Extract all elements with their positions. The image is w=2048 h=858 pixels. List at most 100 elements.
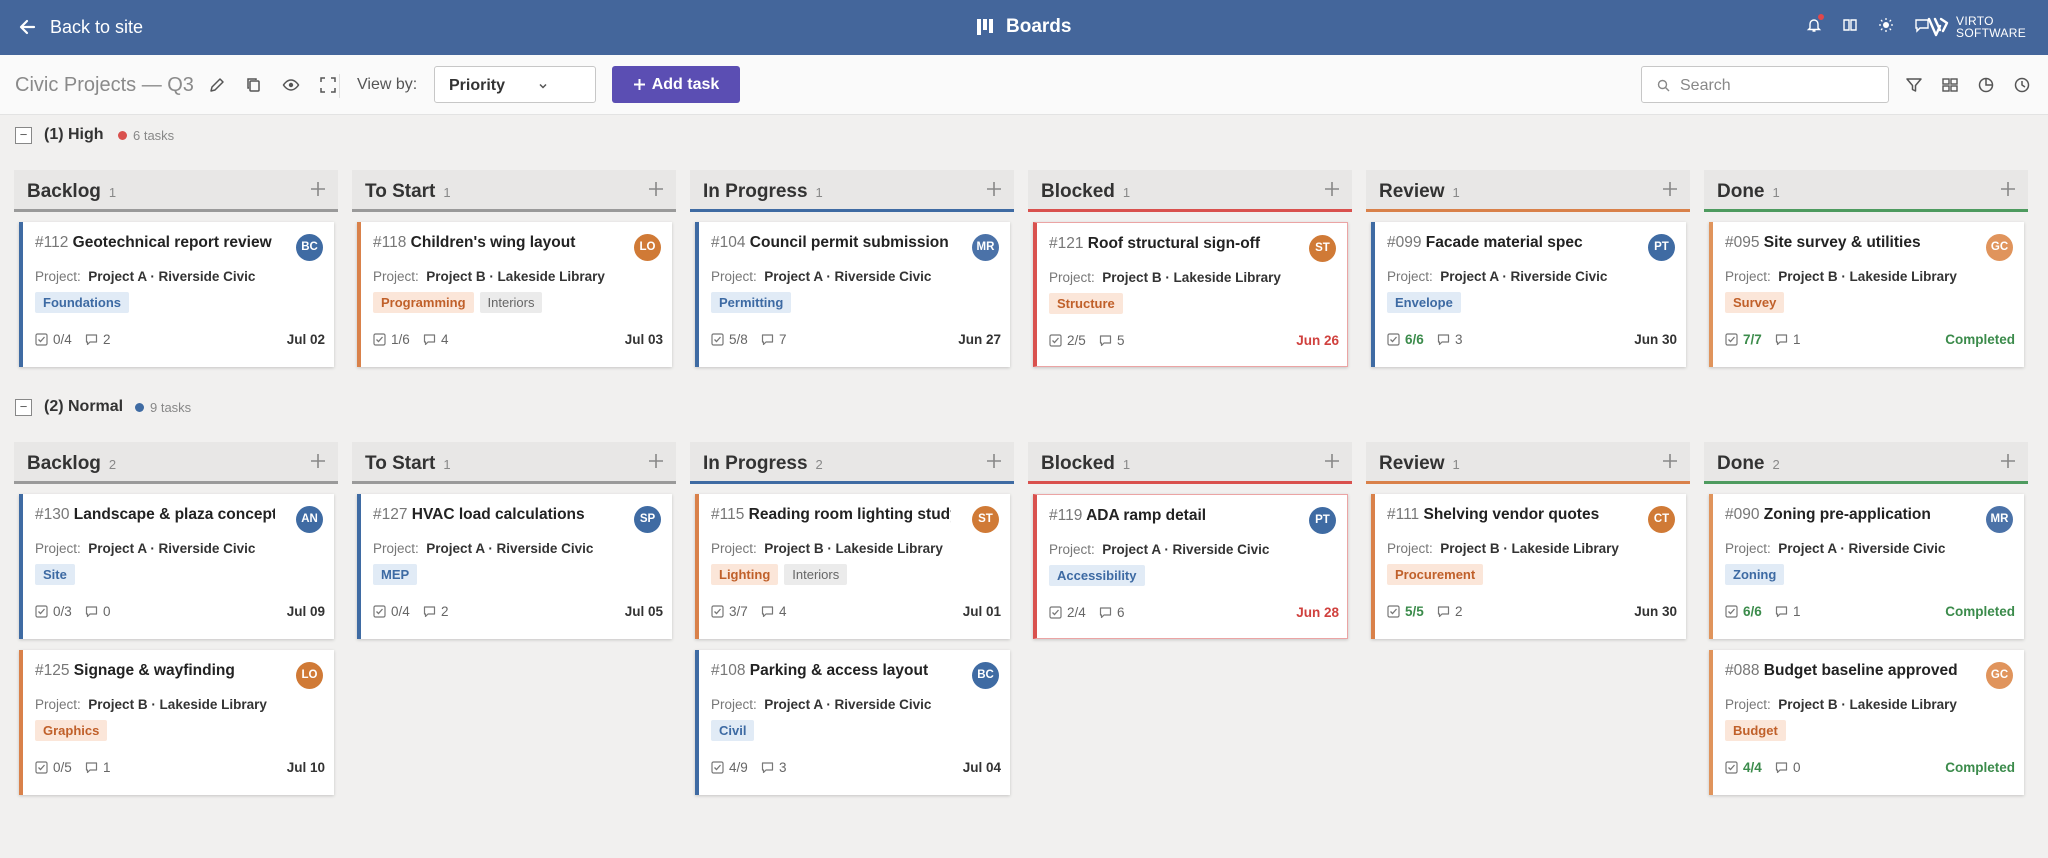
task-card[interactable]: #127 HVAC load calculations SP Project: Pr… xyxy=(357,494,672,639)
view-by-value: Priority xyxy=(449,77,506,94)
checklist-icon xyxy=(1049,334,1062,347)
add-card-plus-icon[interactable] xyxy=(1660,179,1680,199)
plus-icon xyxy=(633,79,645,90)
comment-icon xyxy=(1437,606,1450,618)
back-to-site-link[interactable]: Back to site xyxy=(18,15,143,39)
assignee-avatar[interactable]: PT xyxy=(1648,234,1675,261)
assignee-avatar[interactable]: LO xyxy=(296,662,323,689)
task-card[interactable]: #088 Budget baseline approved GC Project: … xyxy=(1709,650,2024,795)
column-blocked: Blocked 1 #121 Roof structural sign-off ST P… xyxy=(1028,170,1352,367)
add-card-plus-icon[interactable] xyxy=(1322,179,1342,199)
add-card-plus-icon[interactable] xyxy=(646,451,666,471)
assignee-avatar[interactable]: CT xyxy=(1648,506,1675,533)
task-id: #121 xyxy=(1049,235,1084,252)
task-card[interactable]: #112 Geotechnical report review BC Project… xyxy=(19,222,334,367)
filter-icon[interactable] xyxy=(1905,76,1923,94)
assignee-avatar[interactable]: MR xyxy=(972,234,999,261)
copy-icon[interactable] xyxy=(245,76,263,94)
task-due-date: Completed xyxy=(1945,332,2015,347)
add-card-plus-icon[interactable] xyxy=(984,179,1004,199)
add-card-plus-icon[interactable] xyxy=(1998,451,2018,471)
comment-count: 1 xyxy=(1793,332,1801,347)
collapse-group-button[interactable]: − xyxy=(15,126,32,144)
assignee-avatar[interactable]: GC xyxy=(1986,662,2013,689)
view-by-select[interactable]: Priority xyxy=(434,66,596,103)
add-card-plus-icon[interactable] xyxy=(1660,451,1680,471)
checklist-icon xyxy=(1725,605,1738,618)
pie-chart-icon[interactable] xyxy=(1977,76,1995,94)
assignee-avatar[interactable]: SP xyxy=(634,506,661,533)
column-count: 1 xyxy=(1452,185,1460,200)
assignee-avatar[interactable]: LO xyxy=(634,234,661,261)
avatar-initials: PT xyxy=(1315,514,1330,526)
assignee-avatar[interactable]: PT xyxy=(1309,507,1336,534)
top-bar: Back to site Boards VIRTO SOFTWARE xyxy=(0,0,2048,55)
task-card[interactable]: #104 Council permit submission MR Project:… xyxy=(695,222,1010,367)
task-card[interactable]: #108 Parking & access layout BC Project: P… xyxy=(695,650,1010,795)
assignee-avatar[interactable]: MR xyxy=(1986,506,2013,533)
checklist-icon xyxy=(373,333,386,346)
column-in-progress: In Progress 2 #115 Reading room lighting s… xyxy=(690,442,1014,795)
add-card-plus-icon[interactable] xyxy=(308,179,328,199)
task-card[interactable]: #130 Landscape & plaza concept AN Project:… xyxy=(19,494,334,639)
project-name: Project A · Riverside Civic xyxy=(88,269,256,284)
collapse-group-button[interactable]: − xyxy=(15,398,32,416)
task-card[interactable]: #119 ADA ramp detail PT Project: Project A… xyxy=(1033,494,1348,639)
assignee-avatar[interactable]: BC xyxy=(972,662,999,689)
task-card[interactable]: #090 Zoning pre-application MR Project: Pr… xyxy=(1709,494,2024,639)
avatar-initials: GC xyxy=(1990,669,2009,681)
add-card-plus-icon[interactable] xyxy=(646,179,666,199)
project-label: Project: xyxy=(1049,270,1095,285)
comment-count: 7 xyxy=(779,332,787,347)
book-icon[interactable] xyxy=(1842,17,1858,33)
project-name: Project B · Lakeside Library xyxy=(1102,270,1281,285)
task-title: #130 Landscape & plaza concept xyxy=(35,506,275,524)
assignee-avatar[interactable]: ST xyxy=(972,506,999,533)
task-meta: 4/9 3 Jul 04 xyxy=(711,760,1001,778)
comment-icon xyxy=(85,606,98,618)
history-icon[interactable] xyxy=(2013,76,2031,94)
fullscreen-icon[interactable] xyxy=(319,76,337,94)
eye-icon[interactable] xyxy=(282,76,300,94)
edit-icon[interactable] xyxy=(208,76,226,94)
task-meta: 6/6 1 Completed xyxy=(1725,604,2015,622)
task-project: Project: Project B · Lakeside Library xyxy=(35,697,267,712)
assignee-avatar[interactable]: GC xyxy=(1986,234,2013,261)
task-title-text: Signage & wayfinding xyxy=(73,662,235,679)
column-count: 1 xyxy=(443,457,451,472)
add-card-plus-icon[interactable] xyxy=(1998,179,2018,199)
add-card-plus-icon[interactable] xyxy=(1322,451,1342,471)
column-name: Done xyxy=(1717,453,1765,474)
task-card[interactable]: #095 Site survey & utilities GC Project: P… xyxy=(1709,222,2024,367)
assignee-avatar[interactable]: BC xyxy=(296,234,323,261)
search-input[interactable]: Search xyxy=(1641,66,1889,103)
task-tag: Graphics xyxy=(35,720,108,741)
comment-icon xyxy=(1775,334,1788,346)
assignee-avatar[interactable]: ST xyxy=(1309,235,1336,262)
column-header: Done 2 xyxy=(1704,442,2028,484)
project-label: Project: xyxy=(711,269,757,284)
task-card[interactable]: #121 Roof structural sign-off ST Project: … xyxy=(1033,222,1348,367)
avatar-initials: PT xyxy=(1654,241,1669,253)
column-count: 1 xyxy=(1772,185,1780,200)
task-card[interactable]: #115 Reading room lighting study ST Projec… xyxy=(695,494,1010,639)
column-count: 1 xyxy=(815,185,823,200)
task-id: #118 xyxy=(373,234,407,251)
arrow-left-icon xyxy=(19,19,36,35)
add-task-button[interactable]: Add task xyxy=(612,66,740,103)
bell-icon[interactable] xyxy=(1806,14,1824,33)
project-label: Project: xyxy=(35,269,81,284)
add-card-plus-icon[interactable] xyxy=(984,451,1004,471)
task-card[interactable]: #118 Children's wing layout LO Project: Pr… xyxy=(357,222,672,367)
column-name: To Start xyxy=(365,181,436,202)
add-card-plus-icon[interactable] xyxy=(308,451,328,471)
task-card[interactable]: #111 Shelving vendor quotes CT Project: Pr… xyxy=(1371,494,1686,639)
assignee-avatar[interactable]: AN xyxy=(296,506,323,533)
theme-sun-icon[interactable] xyxy=(1878,17,1894,33)
task-title-text: Council permit submission xyxy=(749,234,949,251)
task-card[interactable]: #099 Facade material spec PT Project: Proj… xyxy=(1371,222,1686,367)
comment-count: 5 xyxy=(1117,333,1125,348)
task-card[interactable]: #125 Signage & wayfinding LO Project: Proj… xyxy=(19,650,334,795)
task-due-date: Jun 28 xyxy=(1296,605,1339,620)
grid-view-icon[interactable] xyxy=(1941,76,1959,94)
